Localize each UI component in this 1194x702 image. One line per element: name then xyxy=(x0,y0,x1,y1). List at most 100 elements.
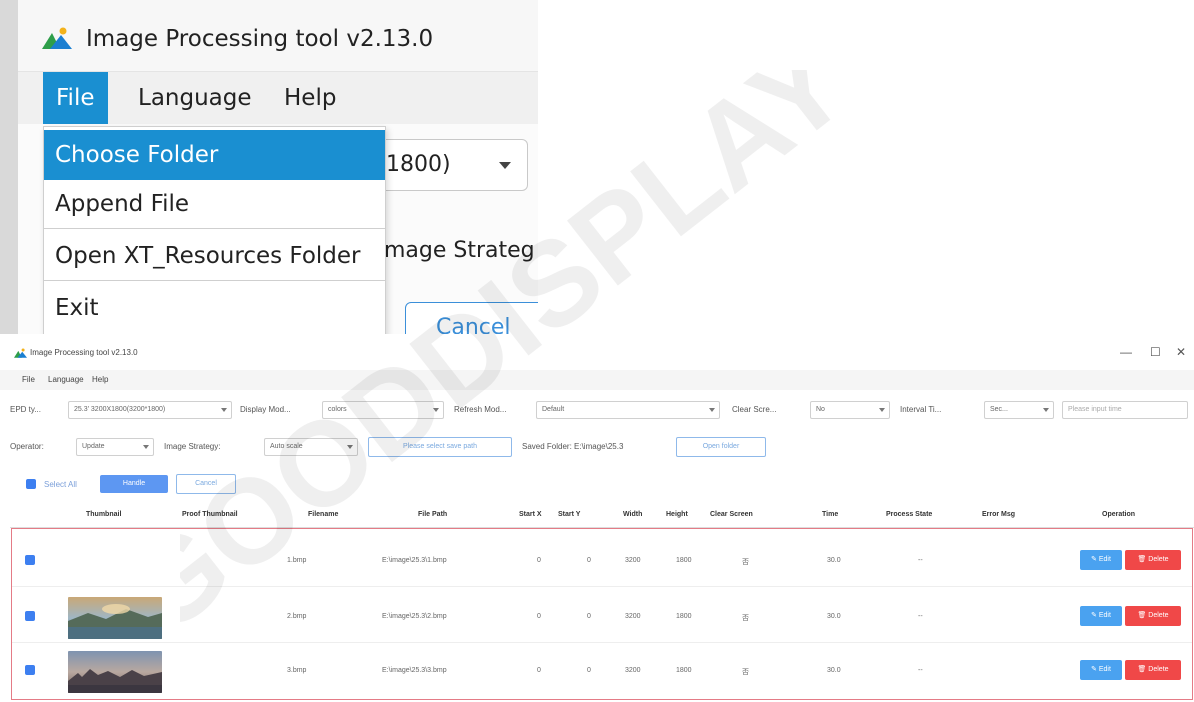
chevron-down-icon xyxy=(433,408,439,412)
menu-separator xyxy=(44,280,385,281)
cell-time: 30.0 xyxy=(827,667,841,674)
column-header[interactable]: Proof Thumbnail xyxy=(182,511,238,518)
table-row[interactable]: 1.bmp E:\image\25.3\1.bmp 0 0 3200 1800 … xyxy=(12,535,1192,587)
cell-width: 3200 xyxy=(625,613,641,620)
display-mode-label: Display Mod... xyxy=(240,405,291,414)
edit-label: Edit xyxy=(1098,556,1111,563)
thumbnail-image xyxy=(68,597,162,639)
table-header: Thumbnail Proof Thumbnail Filename File … xyxy=(10,504,1194,528)
epd-type-combo-partial[interactable]: 1800) xyxy=(378,139,528,191)
column-header[interactable]: Start Y xyxy=(558,511,580,518)
zoom-menu-bar: File Language Help xyxy=(18,72,538,124)
maximize-icon[interactable]: ☐ xyxy=(1150,345,1161,359)
menu-language[interactable]: Language xyxy=(125,72,265,124)
pencil-icon: ✎ xyxy=(1091,666,1099,673)
cell-file-path: E:\image\25.3\1.bmp xyxy=(382,557,447,564)
menu-help[interactable]: Help xyxy=(92,375,108,384)
row-checkbox[interactable] xyxy=(25,555,35,565)
clear-screen-label: Clear Scre... xyxy=(732,405,777,414)
cell-start-y: 0 xyxy=(587,667,591,674)
zoomed-menu-view: Image Processing tool v2.13.0 File Langu… xyxy=(0,0,538,334)
display-mode-select[interactable]: colors xyxy=(322,401,444,419)
delete-button[interactable]: 🗑 Delete xyxy=(1125,660,1181,680)
pencil-icon: ✎ xyxy=(1091,556,1099,563)
cell-start-x: 0 xyxy=(537,613,541,620)
row-checkbox[interactable] xyxy=(25,665,35,675)
delete-label: Delete xyxy=(1148,666,1169,673)
column-header[interactable]: Start X xyxy=(519,511,542,518)
interval-time-input[interactable]: Please input time xyxy=(1062,401,1188,419)
menu-language[interactable]: Language xyxy=(48,375,84,384)
cell-filename: 3.bmp xyxy=(287,667,307,674)
operator-value: Update xyxy=(82,443,105,450)
trash-icon: 🗑 xyxy=(1137,556,1149,563)
cell-height: 1800 xyxy=(676,557,692,564)
menu-item-choose-folder[interactable]: Choose Folder xyxy=(44,130,385,180)
image-strategy-select[interactable]: Auto scale xyxy=(264,438,358,456)
select-all-checkbox[interactable] xyxy=(26,479,36,489)
column-header[interactable]: File Path xyxy=(418,511,447,518)
pencil-icon: ✎ xyxy=(1091,612,1099,619)
combo-partial-text: 1800) xyxy=(386,152,451,177)
interval-label: Interval Ti... xyxy=(900,405,942,414)
select-save-path-button[interactable]: Please select save path xyxy=(368,437,512,457)
epd-type-label: EPD ty... xyxy=(10,405,41,414)
edit-button[interactable]: ✎ Edit xyxy=(1080,660,1122,680)
column-header[interactable]: Error Msg xyxy=(982,511,1015,518)
column-header[interactable]: Width xyxy=(623,511,642,518)
menu-item-append-file[interactable]: Append File xyxy=(44,179,385,229)
handle-button[interactable]: Handle xyxy=(100,475,168,493)
cancel-button-partial[interactable]: Cancel xyxy=(405,302,538,334)
cancel-button[interactable]: Cancel xyxy=(176,474,236,494)
menu-item-open-resources-folder[interactable]: Open XT_Resources Folder xyxy=(44,231,385,281)
column-header[interactable]: Time xyxy=(822,511,838,518)
cell-filename: 2.bmp xyxy=(287,613,307,620)
actions-row: Select All Handle Cancel xyxy=(0,471,1194,497)
delete-button[interactable]: 🗑 Delete xyxy=(1125,606,1181,626)
epd-type-select[interactable]: 25.3' 3200X1800(3200*1800) xyxy=(68,401,232,419)
app-logo-icon xyxy=(14,348,27,358)
table-row[interactable]: 3.bmp E:\image\25.3\3.bmp 0 0 3200 1800 … xyxy=(12,645,1192,697)
column-header[interactable]: Thumbnail xyxy=(86,511,121,518)
cell-start-y: 0 xyxy=(587,557,591,564)
delete-button[interactable]: 🗑 Delete xyxy=(1125,550,1181,570)
cell-clear-screen: 否 xyxy=(742,669,749,676)
cell-process-state: -- xyxy=(918,613,923,620)
column-header[interactable]: Operation xyxy=(1102,511,1135,518)
cell-time: 30.0 xyxy=(827,613,841,620)
interval-unit-select[interactable]: Sec... xyxy=(984,401,1054,419)
operator-label: Operator: xyxy=(10,442,44,451)
refresh-mode-value: Default xyxy=(542,406,565,413)
operator-select[interactable]: Update xyxy=(76,438,154,456)
edit-button[interactable]: ✎ Edit xyxy=(1080,550,1122,570)
cell-start-x: 0 xyxy=(537,667,541,674)
menu-item-exit[interactable]: Exit xyxy=(44,283,385,333)
row-checkbox[interactable] xyxy=(25,611,35,621)
close-icon[interactable]: ✕ xyxy=(1176,345,1186,359)
open-folder-button[interactable]: Open folder xyxy=(676,437,766,457)
cell-file-path: E:\image\25.3\3.bmp xyxy=(382,667,447,674)
cell-clear-screen: 否 xyxy=(742,559,749,566)
refresh-mode-select[interactable]: Default xyxy=(536,401,720,419)
column-header[interactable]: Filename xyxy=(308,511,338,518)
minimize-icon[interactable]: — xyxy=(1120,345,1132,359)
menu-help[interactable]: Help xyxy=(271,72,349,124)
clear-screen-select[interactable]: No xyxy=(810,401,890,419)
menu-separator xyxy=(44,228,385,229)
column-header[interactable]: Process State xyxy=(886,511,932,518)
clear-screen-value: No xyxy=(816,406,825,413)
chevron-down-icon xyxy=(499,162,511,169)
epd-type-value: 25.3' 3200X1800(3200*1800) xyxy=(74,406,166,413)
edit-button[interactable]: ✎ Edit xyxy=(1080,606,1122,626)
menu-file[interactable]: File xyxy=(43,72,108,124)
column-header[interactable]: Height xyxy=(666,511,688,518)
table-row[interactable]: 2.bmp E:\image\25.3\2.bmp 0 0 3200 1800 … xyxy=(12,591,1192,643)
file-table-body: 1.bmp E:\image\25.3\1.bmp 0 0 3200 1800 … xyxy=(11,528,1193,700)
image-strategy-label: Image Strategy: xyxy=(164,442,221,451)
menu-file[interactable]: File xyxy=(22,375,35,384)
column-header[interactable]: Clear Screen xyxy=(710,511,753,518)
image-strategy-value: Auto scale xyxy=(270,443,303,450)
image-strategy-partial-label: mage Strateg xyxy=(384,238,535,263)
chevron-down-icon xyxy=(709,408,715,412)
select-all-label: Select All xyxy=(44,480,77,489)
